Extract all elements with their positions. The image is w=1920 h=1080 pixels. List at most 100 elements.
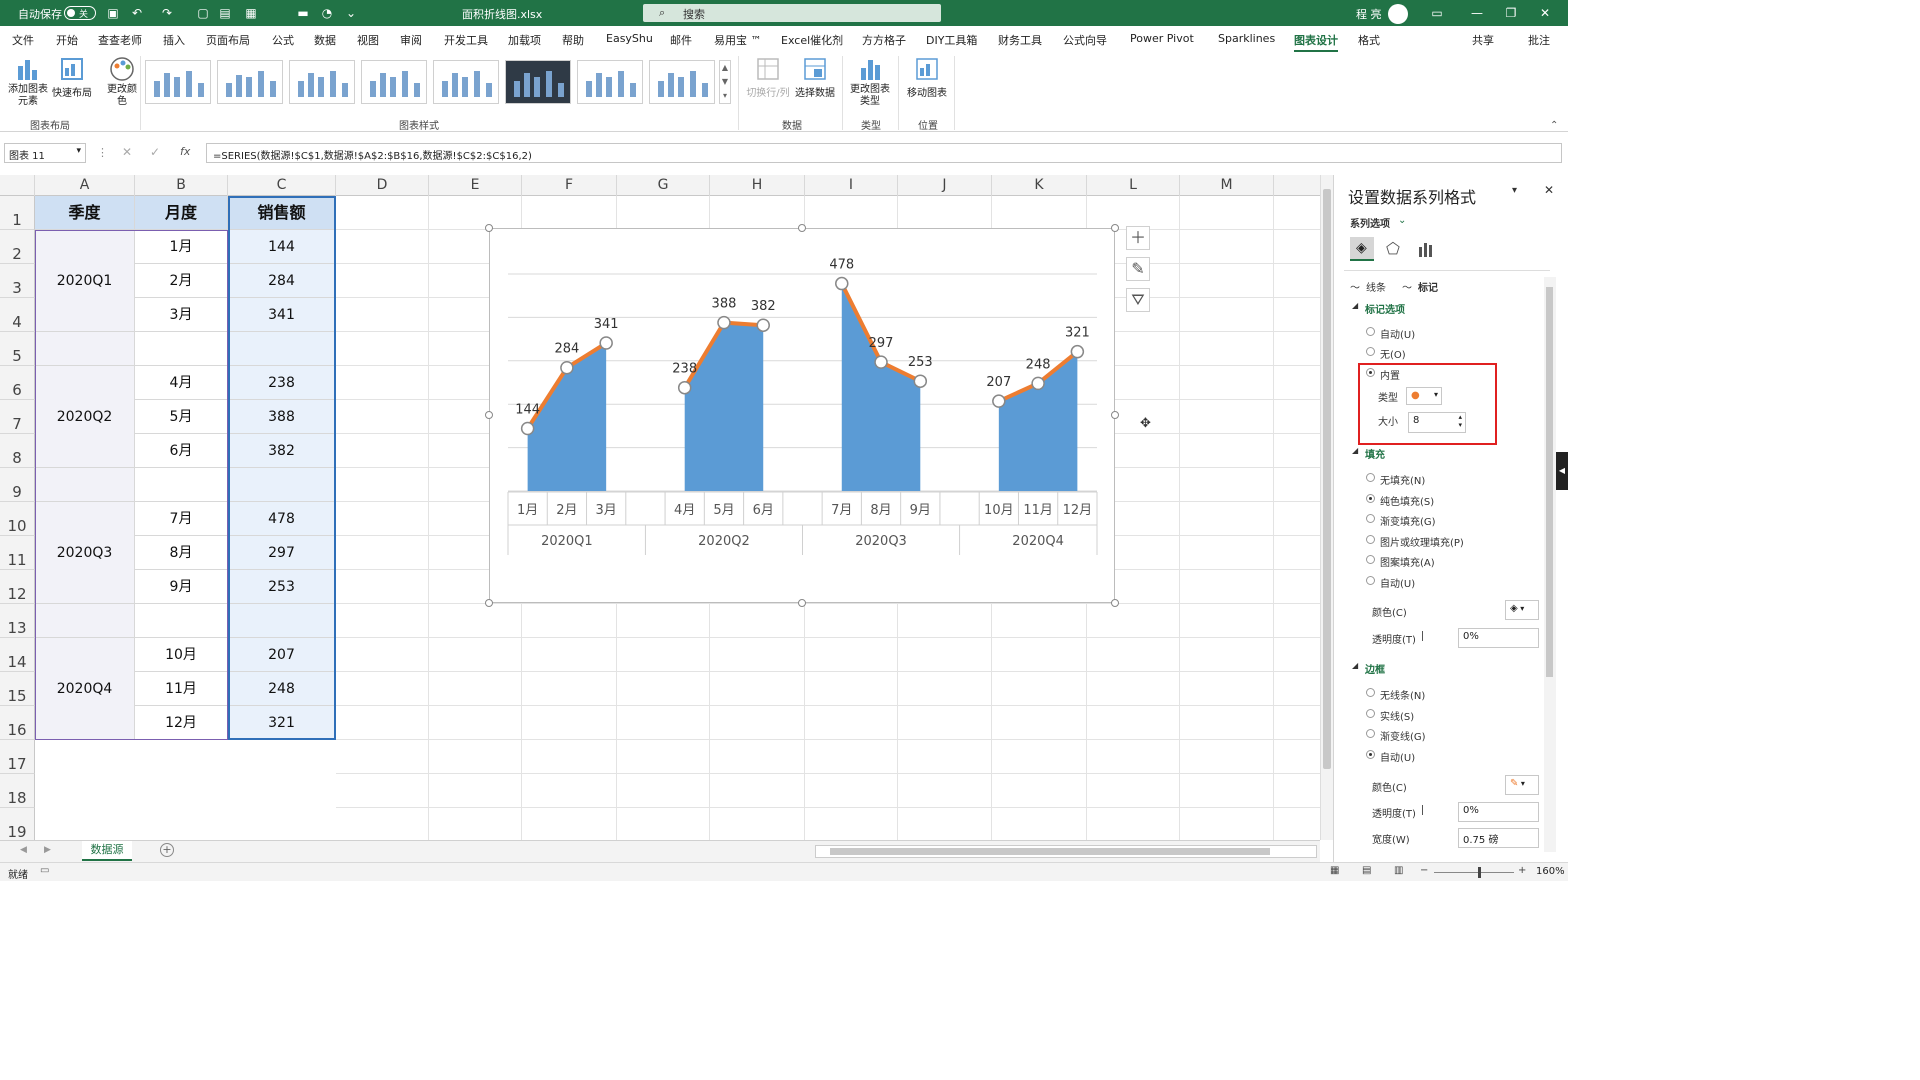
sales-cell[interactable]: 478 — [228, 502, 336, 536]
row-header[interactable]: 12 — [0, 570, 35, 604]
column-header[interactable]: M — [1180, 175, 1274, 196]
sales-cell[interactable]: 253 — [228, 570, 336, 604]
row-header[interactable]: 19 — [0, 808, 35, 840]
column-header[interactable]: E — [429, 175, 522, 196]
filllist-radio[interactable] — [1366, 473, 1375, 482]
tab-formulas[interactable]: 公式 — [272, 32, 294, 48]
tab-sparklines[interactable]: Sparklines — [1218, 32, 1275, 45]
autosave-toggle[interactable]: 关 — [64, 6, 96, 20]
pane-collapse-handle[interactable]: ◀ — [1556, 452, 1568, 490]
tab-power-pivot[interactable]: Power Pivot — [1130, 32, 1194, 45]
tab-diy-tools[interactable]: DIY工具箱 — [926, 32, 977, 48]
row-header[interactable]: 2 — [0, 230, 35, 264]
month-cell[interactable]: 2月 — [135, 264, 228, 298]
borderlist-radio[interactable] — [1366, 688, 1375, 697]
add-chart-element-button[interactable]: 添加图表元素 — [6, 56, 50, 108]
sales-cell[interactable]: 297 — [228, 536, 336, 570]
fill-header[interactable]: 填充 — [1365, 446, 1385, 461]
fill-transparency-slider[interactable] — [1422, 631, 1423, 641]
row-header[interactable]: 16 — [0, 706, 35, 740]
row-header[interactable]: 8 — [0, 434, 35, 468]
marker-auto-radio[interactable] — [1366, 327, 1375, 336]
sales-cell[interactable]: 382 — [228, 434, 336, 468]
collapse-fill-icon[interactable]: ◢ — [1352, 446, 1358, 455]
chart-style-8[interactable] — [649, 60, 715, 104]
data-point-marker[interactable] — [835, 276, 849, 291]
quarter-cell[interactable]: 2020Q4 — [35, 638, 135, 740]
quarter-cell[interactable]: 2020Q3 — [35, 502, 135, 604]
quick-layout-button[interactable]: 快速布局 — [52, 56, 92, 99]
zoom-slider[interactable] — [1434, 872, 1514, 873]
zoom-level[interactable]: 160% — [1536, 866, 1565, 877]
sales-cell[interactable]: 341 — [228, 298, 336, 332]
column-header[interactable]: G — [617, 175, 710, 196]
close-icon[interactable]: ✕ — [1538, 6, 1552, 20]
effects-tab-pentagon-icon[interactable]: ⬠ — [1386, 239, 1400, 258]
month-cell[interactable]: 11月 — [135, 672, 228, 706]
data-point-marker[interactable] — [677, 380, 692, 395]
marker-none-radio[interactable] — [1366, 347, 1375, 356]
insert-function-icon[interactable]: fx — [180, 145, 190, 158]
border-color-picker[interactable]: ✎ ▾ — [1505, 775, 1539, 795]
filllist-radio[interactable] — [1366, 534, 1375, 544]
chart-style-2[interactable] — [217, 60, 283, 104]
customize-icon[interactable]: ⌄ — [344, 6, 358, 20]
chart-elements-button[interactable]: ＋ — [1126, 226, 1150, 250]
tab-addins[interactable]: 加载项 — [508, 32, 541, 48]
column-header[interactable]: K — [992, 175, 1087, 196]
row-header[interactable]: 9 — [0, 468, 35, 502]
form-icon[interactable]: ▦ — [244, 6, 258, 20]
header-cell-quarter[interactable]: 季度 — [35, 196, 135, 230]
enter-icon[interactable]: ✓ — [150, 145, 160, 159]
column-header[interactable]: J — [898, 175, 992, 196]
chart-style-7[interactable] — [577, 60, 643, 104]
filllist-radio[interactable] — [1366, 493, 1375, 503]
resize-handle[interactable] — [485, 224, 493, 232]
row-header[interactable]: 14 — [0, 638, 35, 672]
pane-scrollbar[interactable] — [1544, 277, 1556, 852]
zoom-out-icon[interactable]: − — [1420, 865, 1428, 876]
tab-finance-tools[interactable]: 财务工具 — [998, 32, 1042, 48]
border-header[interactable]: 边框 — [1365, 661, 1385, 676]
share-button[interactable]: 共享 — [1472, 32, 1494, 48]
column-header[interactable]: L — [1087, 175, 1180, 196]
series-options-dropdown[interactable]: 系列选项 — [1350, 215, 1390, 230]
filllist-radio[interactable] — [1366, 514, 1375, 523]
scroll-thumb[interactable] — [1323, 189, 1331, 769]
row-header[interactable]: 4 — [0, 298, 35, 332]
sales-cell[interactable]: 388 — [228, 400, 336, 434]
image-icon[interactable]: ▤ — [218, 6, 232, 20]
tab-formula-wizard[interactable]: 公式向导 — [1063, 32, 1107, 48]
data-point-marker[interactable] — [992, 394, 1006, 408]
sales-cell[interactable]: 284 — [228, 264, 336, 298]
row-header[interactable]: 7 — [0, 400, 35, 434]
quarter-cell[interactable]: 2020Q1 — [35, 230, 135, 332]
column-header[interactable]: D — [336, 175, 429, 196]
data-point-marker[interactable] — [560, 360, 574, 375]
macro-icon[interactable]: ▭ — [40, 865, 49, 876]
page-break-view-icon[interactable]: ▥ — [1394, 865, 1403, 876]
chart-filters-button[interactable]: ⛛ — [1126, 288, 1150, 312]
column-header[interactable]: C — [228, 175, 336, 196]
fill-line-tab[interactable]: ◈ — [1350, 237, 1374, 261]
resize-handle[interactable] — [1111, 411, 1119, 419]
zoom-slider-thumb[interactable] — [1478, 867, 1481, 878]
add-sheet-icon[interactable]: + — [160, 843, 174, 857]
row-header[interactable]: 18 — [0, 774, 35, 808]
change-chart-type-button[interactable]: 更改图表类型 — [848, 56, 892, 108]
tab-insert[interactable]: 插入 — [163, 32, 185, 48]
header-cell-sales[interactable]: 销售额 — [228, 196, 336, 230]
row-header[interactable]: 5 — [0, 332, 35, 366]
chart-style-5[interactable] — [433, 60, 499, 104]
resize-handle[interactable] — [1111, 599, 1119, 607]
row-header[interactable]: 15 — [0, 672, 35, 706]
resize-handle[interactable] — [485, 411, 493, 419]
chart-style-4[interactable] — [361, 60, 427, 104]
chart-style-3[interactable] — [289, 60, 355, 104]
border-width-input[interactable]: 0.75 磅 — [1458, 828, 1539, 848]
collapse-marker-options-icon[interactable]: ◢ — [1352, 301, 1358, 310]
marker-tab-icon[interactable]: 〜 — [1402, 279, 1412, 294]
row-header[interactable]: 3 — [0, 264, 35, 298]
area-segment[interactable] — [998, 351, 1078, 491]
redo-icon[interactable]: ↷ — [160, 6, 174, 20]
